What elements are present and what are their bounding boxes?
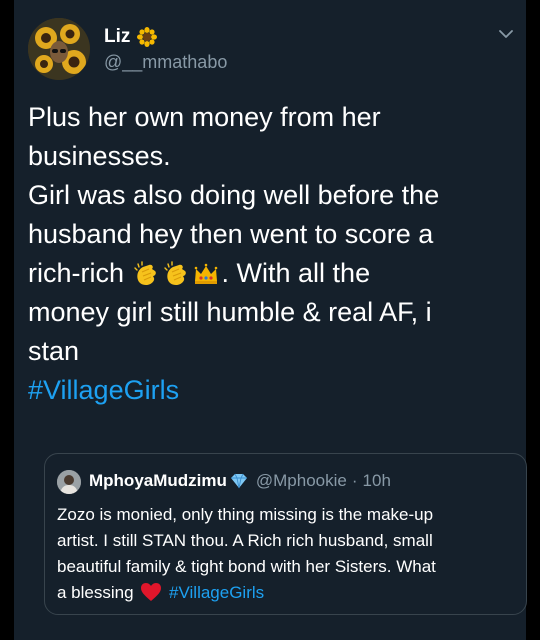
sunflower-emoji-icon xyxy=(137,27,158,47)
quoted-tweet-text: Zozo is monied, only thing missing is th… xyxy=(57,502,519,606)
clapping-hands-emoji-icon xyxy=(133,261,156,285)
quoted-avatar-image xyxy=(57,470,81,494)
quoted-text-line: artist. I still STAN thou. A Rich rich h… xyxy=(57,531,433,550)
quoted-author-avatar[interactable] xyxy=(57,470,81,494)
chevron-down-icon[interactable] xyxy=(496,24,516,44)
tweet-text-line: Plus her own money from her xyxy=(28,102,381,132)
quoted-handle[interactable]: @Mphookie xyxy=(256,471,347,491)
tweet-text-line-with-emoji: rich-rich . With all the xyxy=(28,254,514,293)
quoted-text-line: beautiful family & tight bond with her S… xyxy=(57,557,436,576)
tweet-text-fragment: rich-rich xyxy=(28,258,125,288)
gem-emoji-icon xyxy=(230,473,247,489)
tweet-text-fragment: . With all the xyxy=(221,258,371,288)
quoted-tweet[interactable]: MphoyaMudzimu @Mphookie · 10h Zozo is mo… xyxy=(44,453,527,615)
tweet-text-line: husband hey then went to score a xyxy=(28,219,434,249)
tweet-text-line: Girl was also doing well before the xyxy=(28,180,440,210)
crown-emoji-icon xyxy=(194,263,217,284)
quoted-header: MphoyaMudzimu @Mphookie · 10h xyxy=(89,468,391,494)
tweet-card: Liz @__mmathabo Plus her own money from … xyxy=(14,0,527,640)
author-handle[interactable]: @__mmathabo xyxy=(104,52,227,73)
quoted-display-name[interactable]: MphoyaMudzimu xyxy=(89,471,227,491)
quoted-hashtag-link[interactable]: #VillageGirls xyxy=(169,583,264,602)
inline-emoji-group xyxy=(132,260,222,288)
author-avatar[interactable] xyxy=(28,18,90,80)
tweet-text: Plus her own money from her businesses. … xyxy=(28,98,514,410)
hashtag-link[interactable]: #VillageGirls xyxy=(28,371,514,410)
red-heart-emoji-icon xyxy=(141,583,162,601)
tweet-text-line: stan xyxy=(28,336,80,366)
separator-dot: · xyxy=(351,471,358,490)
quoted-text-line: Zozo is monied, only thing missing is th… xyxy=(57,505,434,524)
tweet-text-line: money girl still humble & real AF, i xyxy=(28,297,432,327)
quoted-timestamp[interactable]: 10h xyxy=(363,471,391,491)
tweet-text-line: businesses. xyxy=(28,141,171,171)
author-display-name[interactable]: Liz xyxy=(104,26,130,48)
author-name-row[interactable]: Liz xyxy=(104,24,158,50)
clapping-hands-emoji-icon xyxy=(163,261,186,285)
sunflower-avatar-image xyxy=(28,18,90,80)
quoted-text-line-with-emoji: a blessing #VillageGirls xyxy=(57,580,519,606)
quoted-text-fragment: a blessing xyxy=(57,583,134,602)
